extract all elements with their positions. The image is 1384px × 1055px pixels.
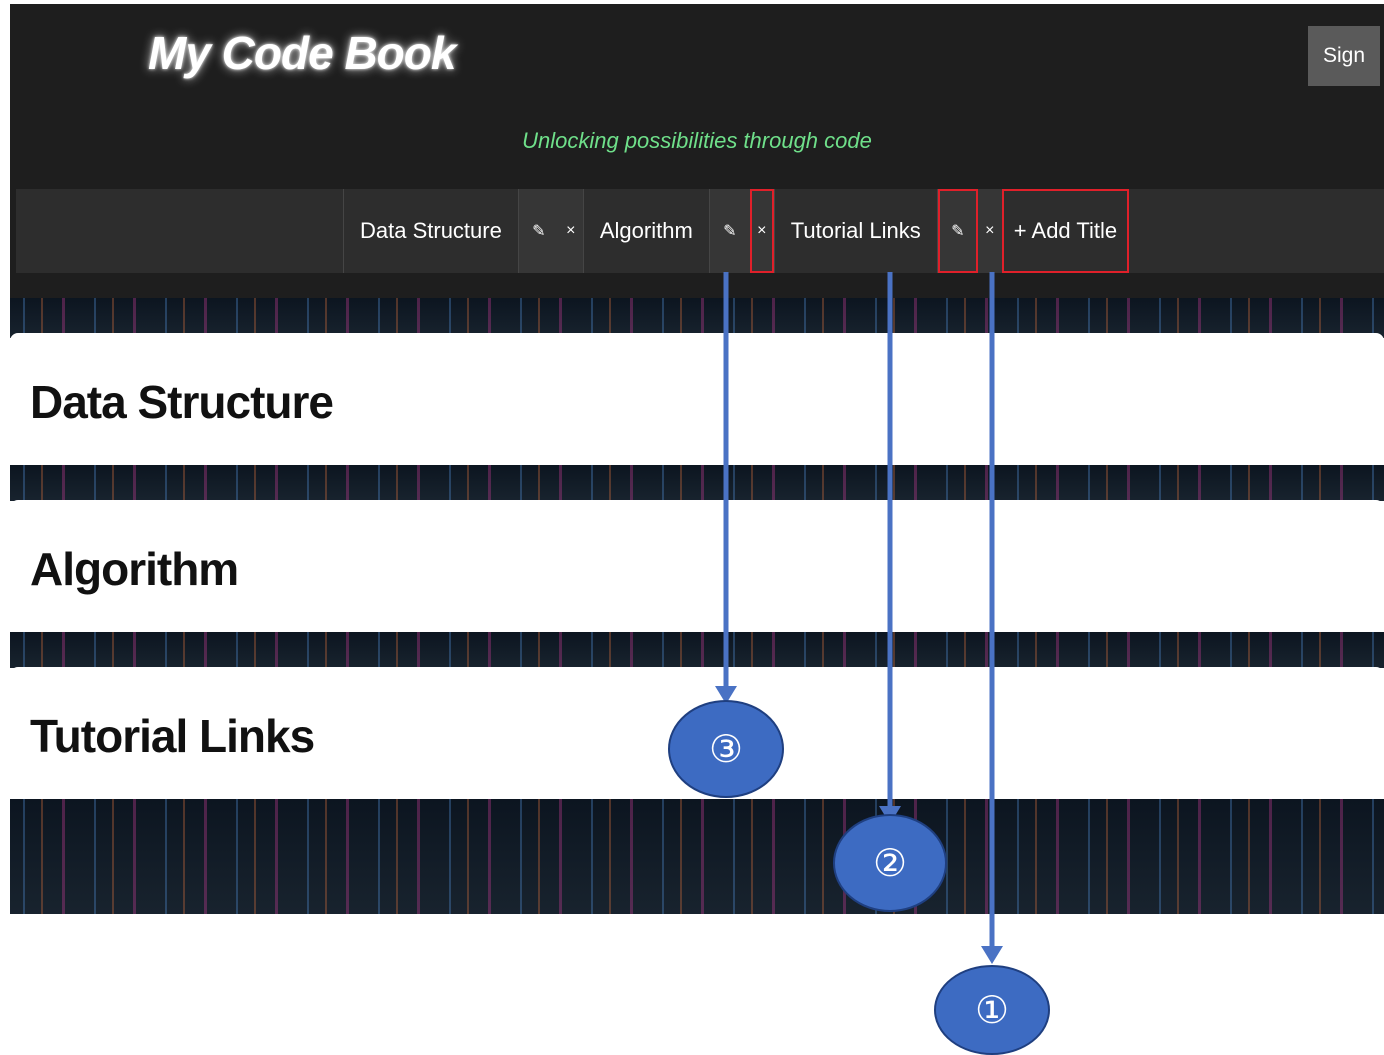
callout-1-label: ① [975,988,1009,1032]
arrow-to-callout-3 [715,272,737,704]
arrow-to-callout-2 [879,272,901,824]
callout-1: ① [934,965,1050,1055]
arrow-to-callout-1 [981,272,1003,964]
callout-2: ② [833,814,947,912]
callout-3-label: ③ [709,727,743,771]
callout-3: ③ [668,700,784,798]
annotation-overlay: ③ ② ① [668,272,1050,1055]
callout-2-label: ② [873,841,907,885]
